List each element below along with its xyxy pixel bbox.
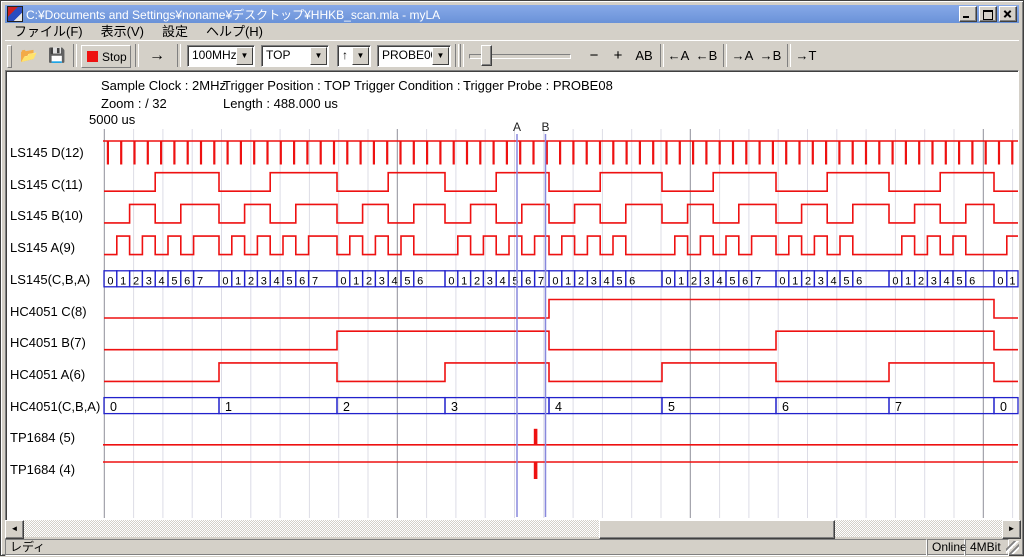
status-ready-cell: レディ [5, 539, 927, 556]
stop-square-icon [87, 51, 98, 62]
zoom-slider-thumb[interactable] [481, 45, 492, 66]
probe-combobox[interactable]: PROBE00 ▼ [377, 45, 451, 67]
titlebar: C:¥Documents and Settings¥noname¥デスクトップ¥… [5, 5, 1019, 23]
status-online-cell: Online [927, 539, 965, 556]
right-arrow-icon: → [149, 47, 165, 64]
probe-value: PROBE00 [382, 48, 437, 62]
toolbar: 📂 💾 Stop → 100MHz ▼ TOP ▼ ↑ ▼ PROBE00 ▼ [5, 40, 1019, 71]
scroll-right-button[interactable]: ► [1002, 520, 1021, 539]
horizontal-scrollbar[interactable]: ◄ ► [5, 520, 1021, 537]
move-cursor-a-right-button[interactable]: →A [729, 45, 756, 66]
zoom-in-button[interactable]: + [607, 45, 629, 66]
menu-help[interactable]: ヘルプ(H) [197, 24, 272, 40]
menu-view[interactable]: 表示(V) [92, 24, 153, 40]
trigger-edge-value: ↑ [342, 48, 348, 62]
chevron-down-icon[interactable]: ▼ [310, 47, 327, 65]
toolbar-separator [455, 44, 459, 67]
zoom-out-button[interactable]: − [583, 45, 605, 66]
minimize-icon [963, 16, 969, 18]
move-cursor-a-left-button[interactable]: ←A [665, 45, 692, 66]
minimize-button[interactable] [959, 6, 977, 22]
window-title: C:¥Documents and Settings¥noname¥デスクトップ¥… [26, 6, 959, 23]
menubar: ファイル(F) 表示(V) 設定 ヘルプ(H) [5, 24, 1019, 40]
toolbar-separator [460, 44, 464, 67]
scroll-left-icon: ◄ [11, 524, 19, 533]
chevron-down-icon[interactable]: ▼ [352, 47, 369, 65]
toolbar-separator [135, 44, 139, 67]
trigger-position-value: TOP [266, 48, 290, 62]
menu-settings[interactable]: 設定 [153, 24, 197, 40]
open-file-button[interactable]: 📂 [19, 46, 39, 64]
toolbar-separator [723, 44, 727, 67]
trigger-position-combobox[interactable]: TOP ▼ [261, 45, 329, 67]
scroll-right-icon: ► [1008, 524, 1016, 533]
chevron-down-icon[interactable]: ▼ [236, 47, 253, 65]
save-floppy-icon: 💾 [48, 47, 65, 63]
scroll-left-button[interactable]: ◄ [5, 520, 24, 539]
toolbar-separator [660, 44, 664, 67]
trigger-edge-combobox[interactable]: ↑ ▼ [337, 45, 371, 67]
toolbar-separator [787, 44, 791, 67]
resize-grip-icon[interactable] [1006, 541, 1019, 554]
toolbar-grip[interactable] [7, 45, 12, 68]
close-button[interactable] [999, 6, 1017, 22]
maximize-button[interactable] [979, 6, 997, 22]
stop-label: Stop [102, 50, 127, 64]
stop-button[interactable]: Stop [81, 45, 131, 68]
menu-file[interactable]: ファイル(F) [5, 24, 92, 40]
status-memory-cell: 4MBit [965, 539, 1009, 556]
close-icon [1000, 7, 1016, 21]
run-button[interactable]: → [143, 45, 171, 66]
statusbar: レディ Online 4MBit [5, 539, 1019, 555]
app-window: C:¥Documents and Settings¥noname¥デスクトップ¥… [0, 0, 1024, 556]
sample-clock-value: 100MHz [192, 48, 237, 62]
sample-clock-combobox[interactable]: 100MHz ▼ [187, 45, 255, 67]
chevron-down-icon[interactable]: ▼ [432, 47, 449, 65]
maximize-icon [983, 10, 993, 20]
move-cursor-b-left-button[interactable]: ←B [693, 45, 720, 66]
move-cursor-b-right-button[interactable]: →B [757, 45, 784, 66]
waveform-client-area[interactable] [5, 70, 1019, 522]
toolbar-separator [73, 44, 77, 67]
ab-range-button[interactable]: AB [631, 45, 657, 66]
save-file-button[interactable]: 💾 [47, 46, 67, 64]
goto-trigger-button[interactable]: →T [793, 45, 819, 66]
scrollbar-thumb[interactable] [599, 520, 835, 539]
app-icon [7, 6, 23, 22]
open-folder-icon: 📂 [20, 47, 37, 63]
toolbar-separator [177, 44, 181, 67]
